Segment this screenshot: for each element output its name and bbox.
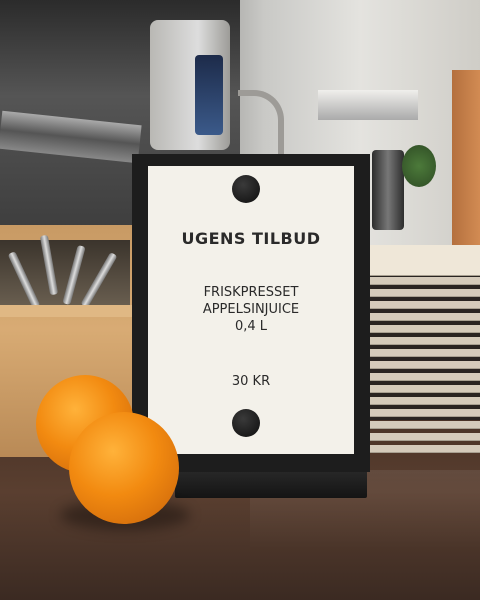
- top-magnet: [232, 175, 260, 203]
- steam-wand: [238, 90, 284, 156]
- cutlery-box-divider: [0, 305, 140, 317]
- potted-plant: [402, 145, 436, 187]
- paper-sleeve: [365, 421, 480, 429]
- espresso-machine-display: [195, 55, 223, 135]
- orange-front: [69, 412, 179, 524]
- paper-sleeve: [365, 445, 480, 453]
- sign-price: 30 KR: [231, 374, 271, 389]
- sign-product: FRISKPRESSET APPELSINJUICE 0,4 L: [148, 284, 354, 335]
- paper-sleeve: [365, 433, 480, 441]
- product-line-2: APPELSINJUICE: [202, 302, 300, 317]
- paper-sleeve: [365, 325, 480, 333]
- coffee-grinder: [372, 150, 404, 230]
- sign-holder-base: [175, 468, 367, 498]
- product-line-1: FRISKPRESSET: [203, 285, 299, 300]
- wooden-door: [452, 70, 480, 260]
- paper-sleeve: [365, 277, 480, 285]
- paper-sleeve: [365, 349, 480, 357]
- paper-sleeve: [365, 361, 480, 369]
- back-shelf: [318, 90, 418, 120]
- sign-title: UGENS TILBUD: [181, 229, 321, 248]
- paper-sleeve: [365, 337, 480, 345]
- paper-sleeve-stack: [365, 245, 480, 460]
- paper-sleeve: [365, 397, 480, 405]
- paper-sleeve: [365, 289, 480, 297]
- paper-sleeve: [365, 301, 480, 309]
- paper-sleeve: [365, 313, 480, 321]
- paper-sleeve: [365, 385, 480, 393]
- cafe-counter-photo: UGENS TILBUD FRISKPRESSET APPELSINJUICE …: [0, 0, 480, 600]
- product-line-3: 0,4 L: [234, 319, 268, 334]
- paper-sleeve: [365, 245, 480, 276]
- paper-sleeve: [365, 373, 480, 381]
- paper-sleeve: [365, 409, 480, 417]
- bottom-magnet: [232, 409, 260, 437]
